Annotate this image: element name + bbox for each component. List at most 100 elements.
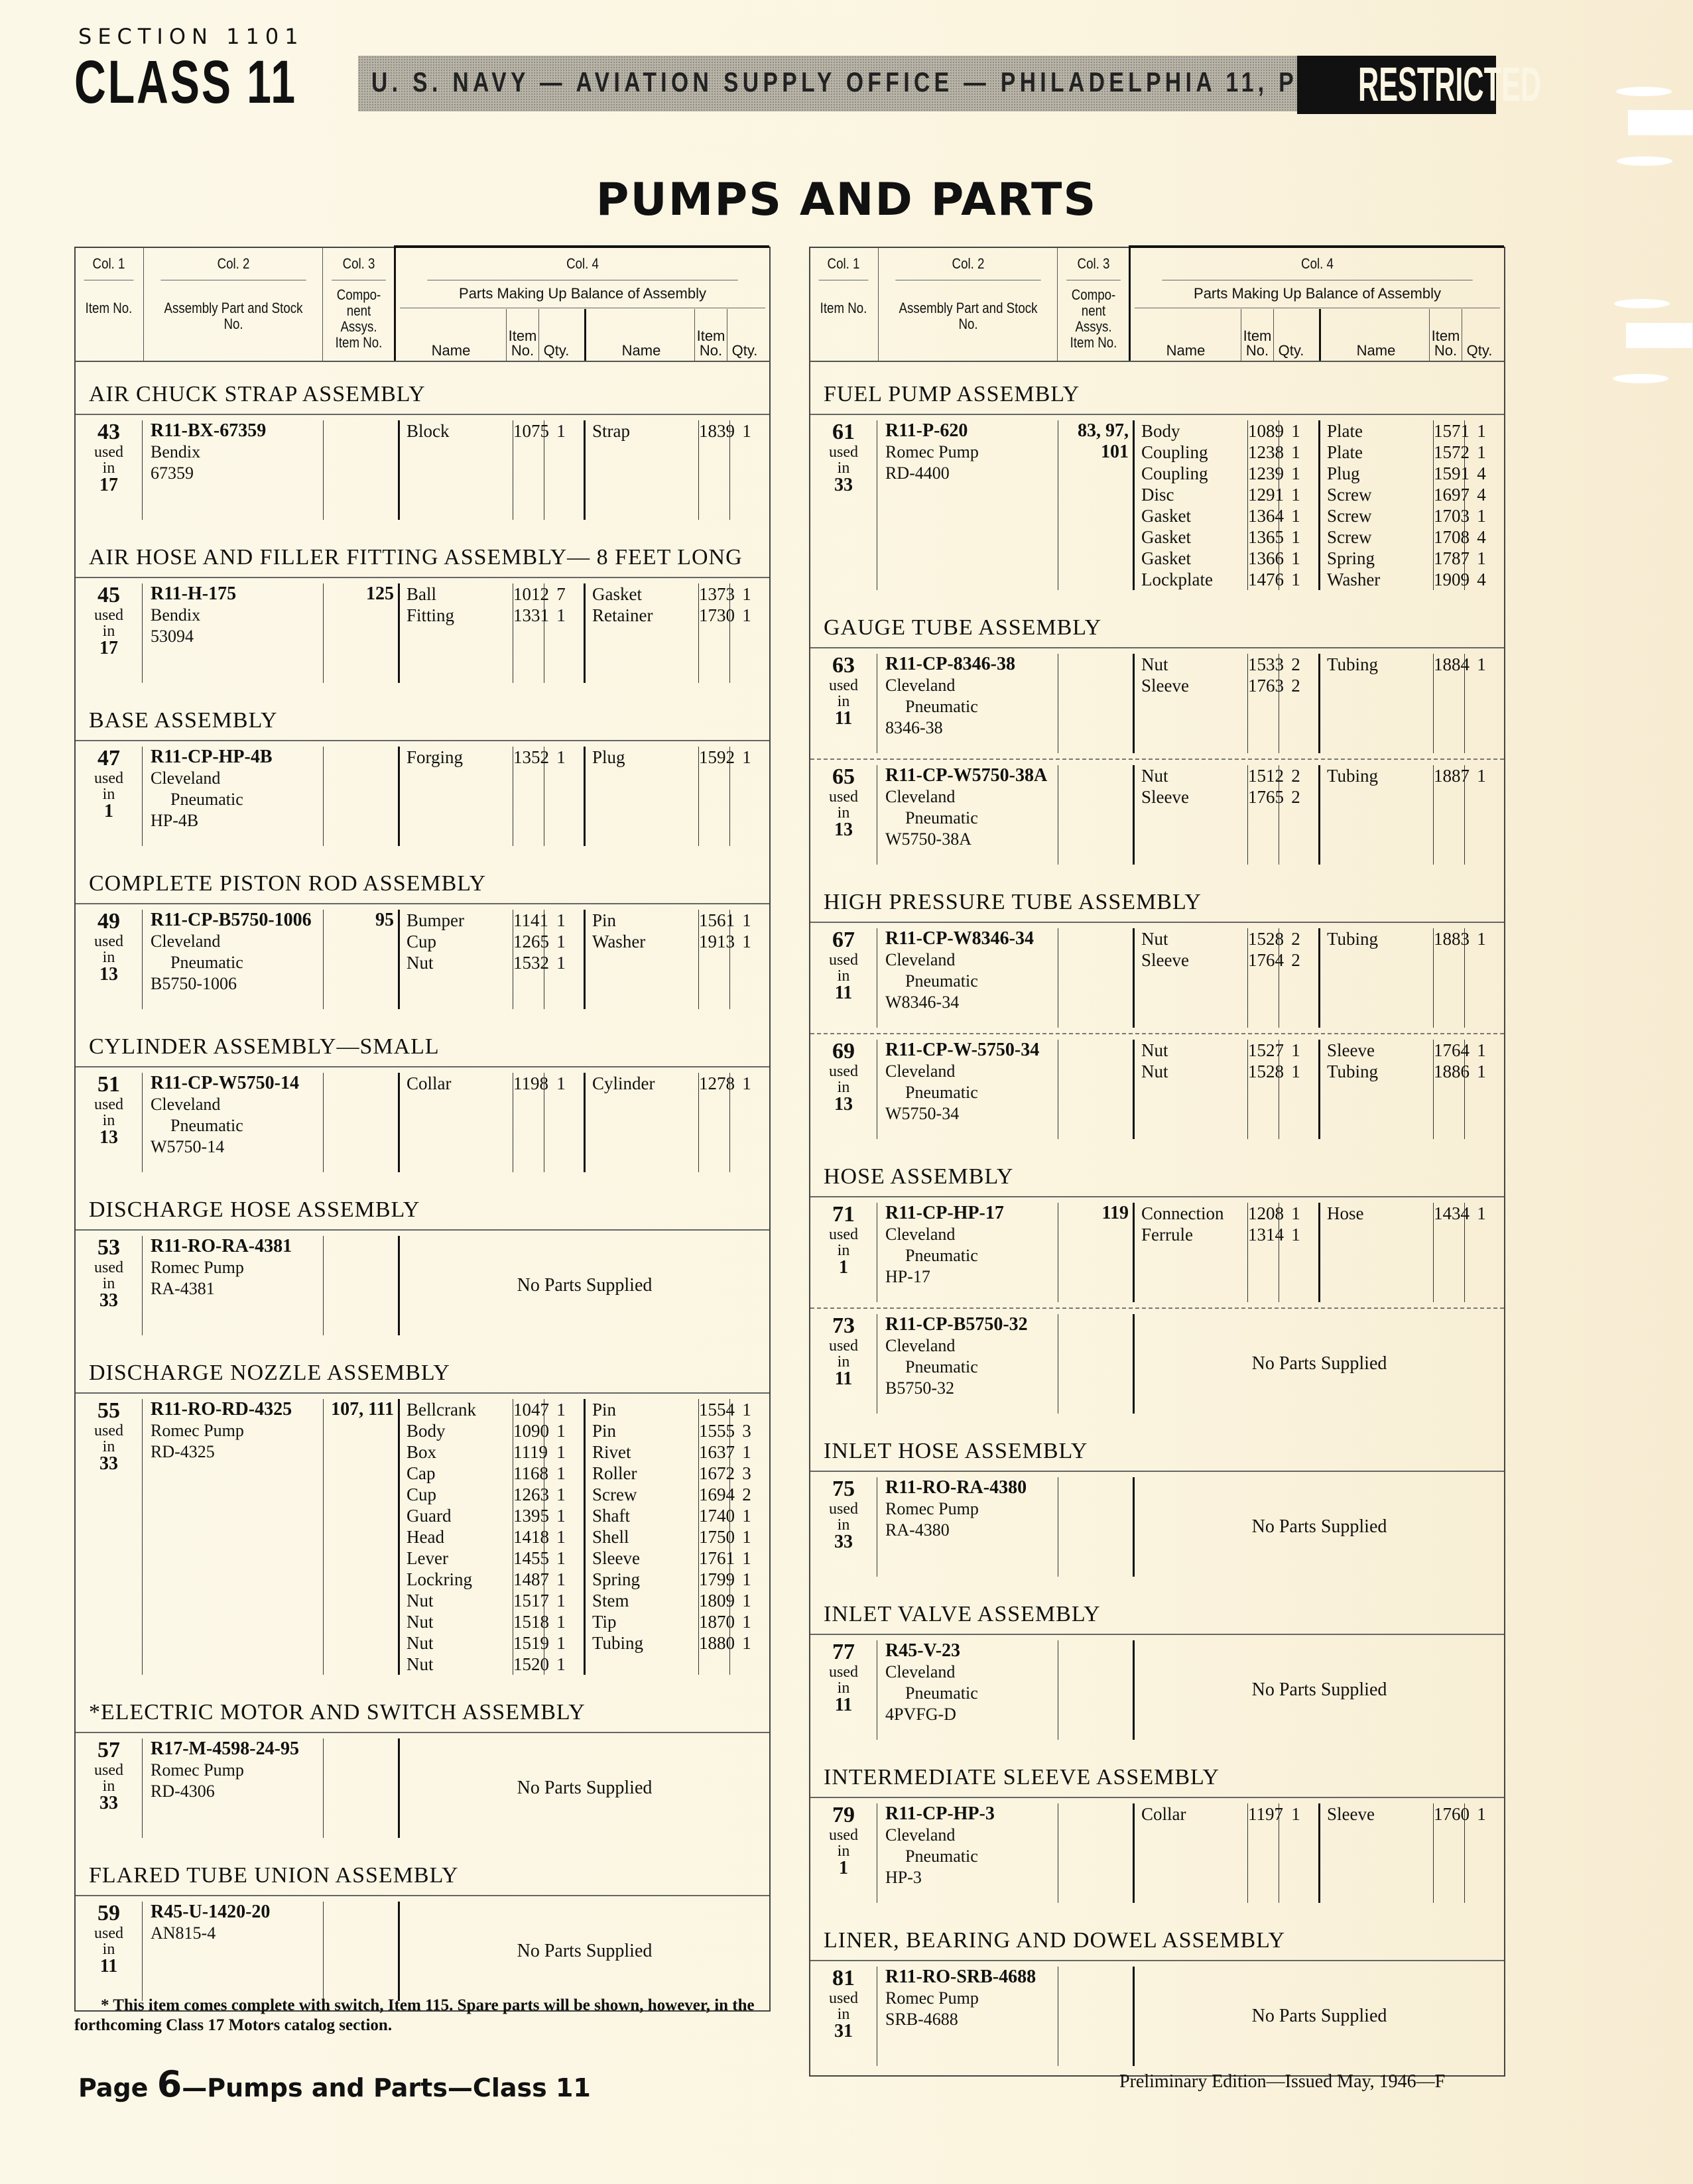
in-label: in xyxy=(102,786,115,803)
manufacturer-part-number: W5750-14 xyxy=(151,1137,225,1156)
used-label: used xyxy=(829,1990,858,2007)
stock-number: R11-CP-B5750-1006 xyxy=(151,910,312,930)
parts-column-right: Gasket Retainer 1373 1730 1 1 xyxy=(584,583,769,683)
parts-column-right: Cylinder 1278 1 xyxy=(584,1073,769,1172)
part-item-no: 1238 xyxy=(1248,442,1284,462)
item-number-cell: 45 used in 17 xyxy=(76,583,142,683)
part-names: Plate Plate Plug Screw Screw Screw Spring Washe… xyxy=(1320,420,1433,590)
part-item-no: 1291 xyxy=(1248,485,1284,505)
part-qty: 1 xyxy=(742,1548,751,1568)
item-number: 77 xyxy=(832,1640,855,1664)
part-quantities: 11 xyxy=(1279,1203,1312,1302)
parts-column-left: Ball Fitting 1012 1331 7 1 xyxy=(400,583,584,683)
parts-cell: Connection Ferrule 1208 1314 1 1 Hose 1434 1 xyxy=(1133,1203,1504,1302)
item-number: 53 xyxy=(97,1235,120,1260)
part-qty: 1 xyxy=(742,747,751,767)
part-name: Nut xyxy=(1141,929,1168,949)
stock-number-cell: R11-RO-RA-4381 Romec Pump RA-4381 xyxy=(142,1236,323,1335)
item-number-cell: 63 used in 11 xyxy=(810,654,877,753)
part-item-no: 1870 xyxy=(699,1612,735,1632)
manufacturer-name: Romec Pump xyxy=(151,1258,244,1277)
part-item-no: 1765 xyxy=(1248,787,1284,807)
in-label: in xyxy=(102,1778,115,1795)
item-no-label: Item No. xyxy=(820,300,867,316)
stock-number: R45-V-23 xyxy=(885,1640,961,1661)
assembly-group-title: FLARED TUBE UNION ASSEMBLY xyxy=(89,1863,459,1888)
manufacturer-part-number: RD-4400 xyxy=(885,463,950,483)
part-quantities: 1 xyxy=(1465,1203,1498,1302)
part-names: Nut Nut xyxy=(1135,1040,1247,1139)
in-label: in xyxy=(102,623,115,640)
item-no-header: Item No. xyxy=(694,309,727,361)
part-name: Tip xyxy=(592,1612,617,1632)
parts-cell: No Parts Supplied xyxy=(1133,1477,1504,1577)
parts-cell: No Parts Supplied xyxy=(398,1738,769,1838)
assembly-group-title: COMPLETE PISTON ROD ASSEMBLY xyxy=(89,871,487,896)
manufacturer-name: Romec Pump xyxy=(151,1760,244,1780)
part-item-no: 1075 xyxy=(513,421,549,441)
assembly-group-title: *ELECTRIC MOTOR AND SWITCH ASSEMBLY xyxy=(89,1700,586,1725)
part-name: Ball xyxy=(407,584,436,604)
used-in-number: 11 xyxy=(834,1368,853,1389)
part-name: Spring xyxy=(1327,548,1375,568)
parts-column-right: Pin Washer 1561 1913 1 1 xyxy=(584,910,769,1009)
stock-number-cell: R45-U-1420-20 AN815-4 xyxy=(142,1902,323,2001)
part-name: Lockring xyxy=(407,1569,472,1589)
part-item-no: 1512 xyxy=(1248,766,1284,786)
part-name: Plate xyxy=(1327,421,1363,441)
part-names: Tubing xyxy=(1320,928,1433,1028)
part-qty: 1 xyxy=(1477,1203,1486,1223)
stock-number-cell: R11-CP-B5750-32 Cleveland Pneumatic B5750-3… xyxy=(877,1314,1058,1414)
part-qty: 1 xyxy=(742,1506,751,1526)
part-qty: 3 xyxy=(742,1421,751,1441)
stock-number-cell: R11-CP-B5750-1006 Cleveland Pneumatic B5750… xyxy=(142,910,323,1009)
item-number: 67 xyxy=(832,928,855,952)
item-number: 55 xyxy=(97,1398,120,1423)
part-item-no: 1090 xyxy=(513,1421,549,1441)
part-qty: 1 xyxy=(556,953,566,973)
page-title: PUMPS AND PARTS xyxy=(596,174,1097,226)
assembly-row: 43 used in 17 R11-BX-67359 Bendix 67359 Block 10… xyxy=(76,414,769,525)
part-item-numbers: 1075 xyxy=(513,420,549,520)
used-label: used xyxy=(94,1925,123,1942)
part-item-no: 1555 xyxy=(699,1421,735,1441)
part-qty: 2 xyxy=(1291,766,1300,786)
part-name: Sleeve xyxy=(592,1548,640,1568)
stock-number: R45-U-1420-20 xyxy=(151,1902,271,1922)
part-item-numbers: 1839 xyxy=(698,420,735,520)
parts-column-left: Body Coupling Coupling Disc Gasket Gasket Gask… xyxy=(1135,420,1318,590)
part-item-numbers: 1012 1331 xyxy=(513,583,549,683)
item-no-header: Item No. xyxy=(1429,309,1462,361)
component-item-cell xyxy=(323,1073,398,1172)
part-name: Spring xyxy=(592,1569,641,1589)
manufacturer-part-number: RD-4306 xyxy=(151,1782,215,1801)
assembly-group-title: HIGH PRESSURE TUBE ASSEMBLY xyxy=(824,890,1202,914)
used-in-number: 33 xyxy=(99,1793,118,1813)
part-qty: 1 xyxy=(1291,1203,1300,1223)
in-label: in xyxy=(837,804,850,821)
part-qty: 1 xyxy=(1291,570,1300,589)
part-qty: 1 xyxy=(556,1442,566,1462)
part-name: Collar xyxy=(1141,1804,1186,1824)
manufacturer-name: Romec Pump xyxy=(885,442,979,461)
binder-slot-icon xyxy=(1626,323,1692,348)
part-qty: 4 xyxy=(1477,463,1486,483)
footnote: * This item comes complete with switch, … xyxy=(74,1996,755,2034)
assembly-group-title: AIR CHUCK STRAP ASSEMBLY xyxy=(89,382,426,406)
part-qty: 1 xyxy=(1291,548,1300,568)
part-item-no: 1331 xyxy=(513,605,549,625)
part-qty: 1 xyxy=(556,1421,566,1441)
part-name: Cap xyxy=(407,1463,436,1483)
manufacturer-name: Cleveland xyxy=(885,676,956,695)
part-item-no: 1764 xyxy=(1248,950,1284,970)
part-quantities: 22 xyxy=(1279,928,1312,1028)
manufacturer-name: Pneumatic xyxy=(905,1357,978,1376)
part-name: Sleeve xyxy=(1327,1804,1375,1824)
part-item-no: 1527 xyxy=(1248,1040,1284,1060)
in-label: in xyxy=(837,1242,850,1259)
part-name: Stem xyxy=(592,1591,629,1610)
manufacturer-part-number: SRB-4688 xyxy=(885,2010,958,2029)
stock-number-cell: R11-RO-SRB-4688 Romec Pump SRB-4688 xyxy=(877,1967,1058,2066)
part-item-no: 1839 xyxy=(699,421,735,441)
used-label: used xyxy=(829,1226,858,1243)
